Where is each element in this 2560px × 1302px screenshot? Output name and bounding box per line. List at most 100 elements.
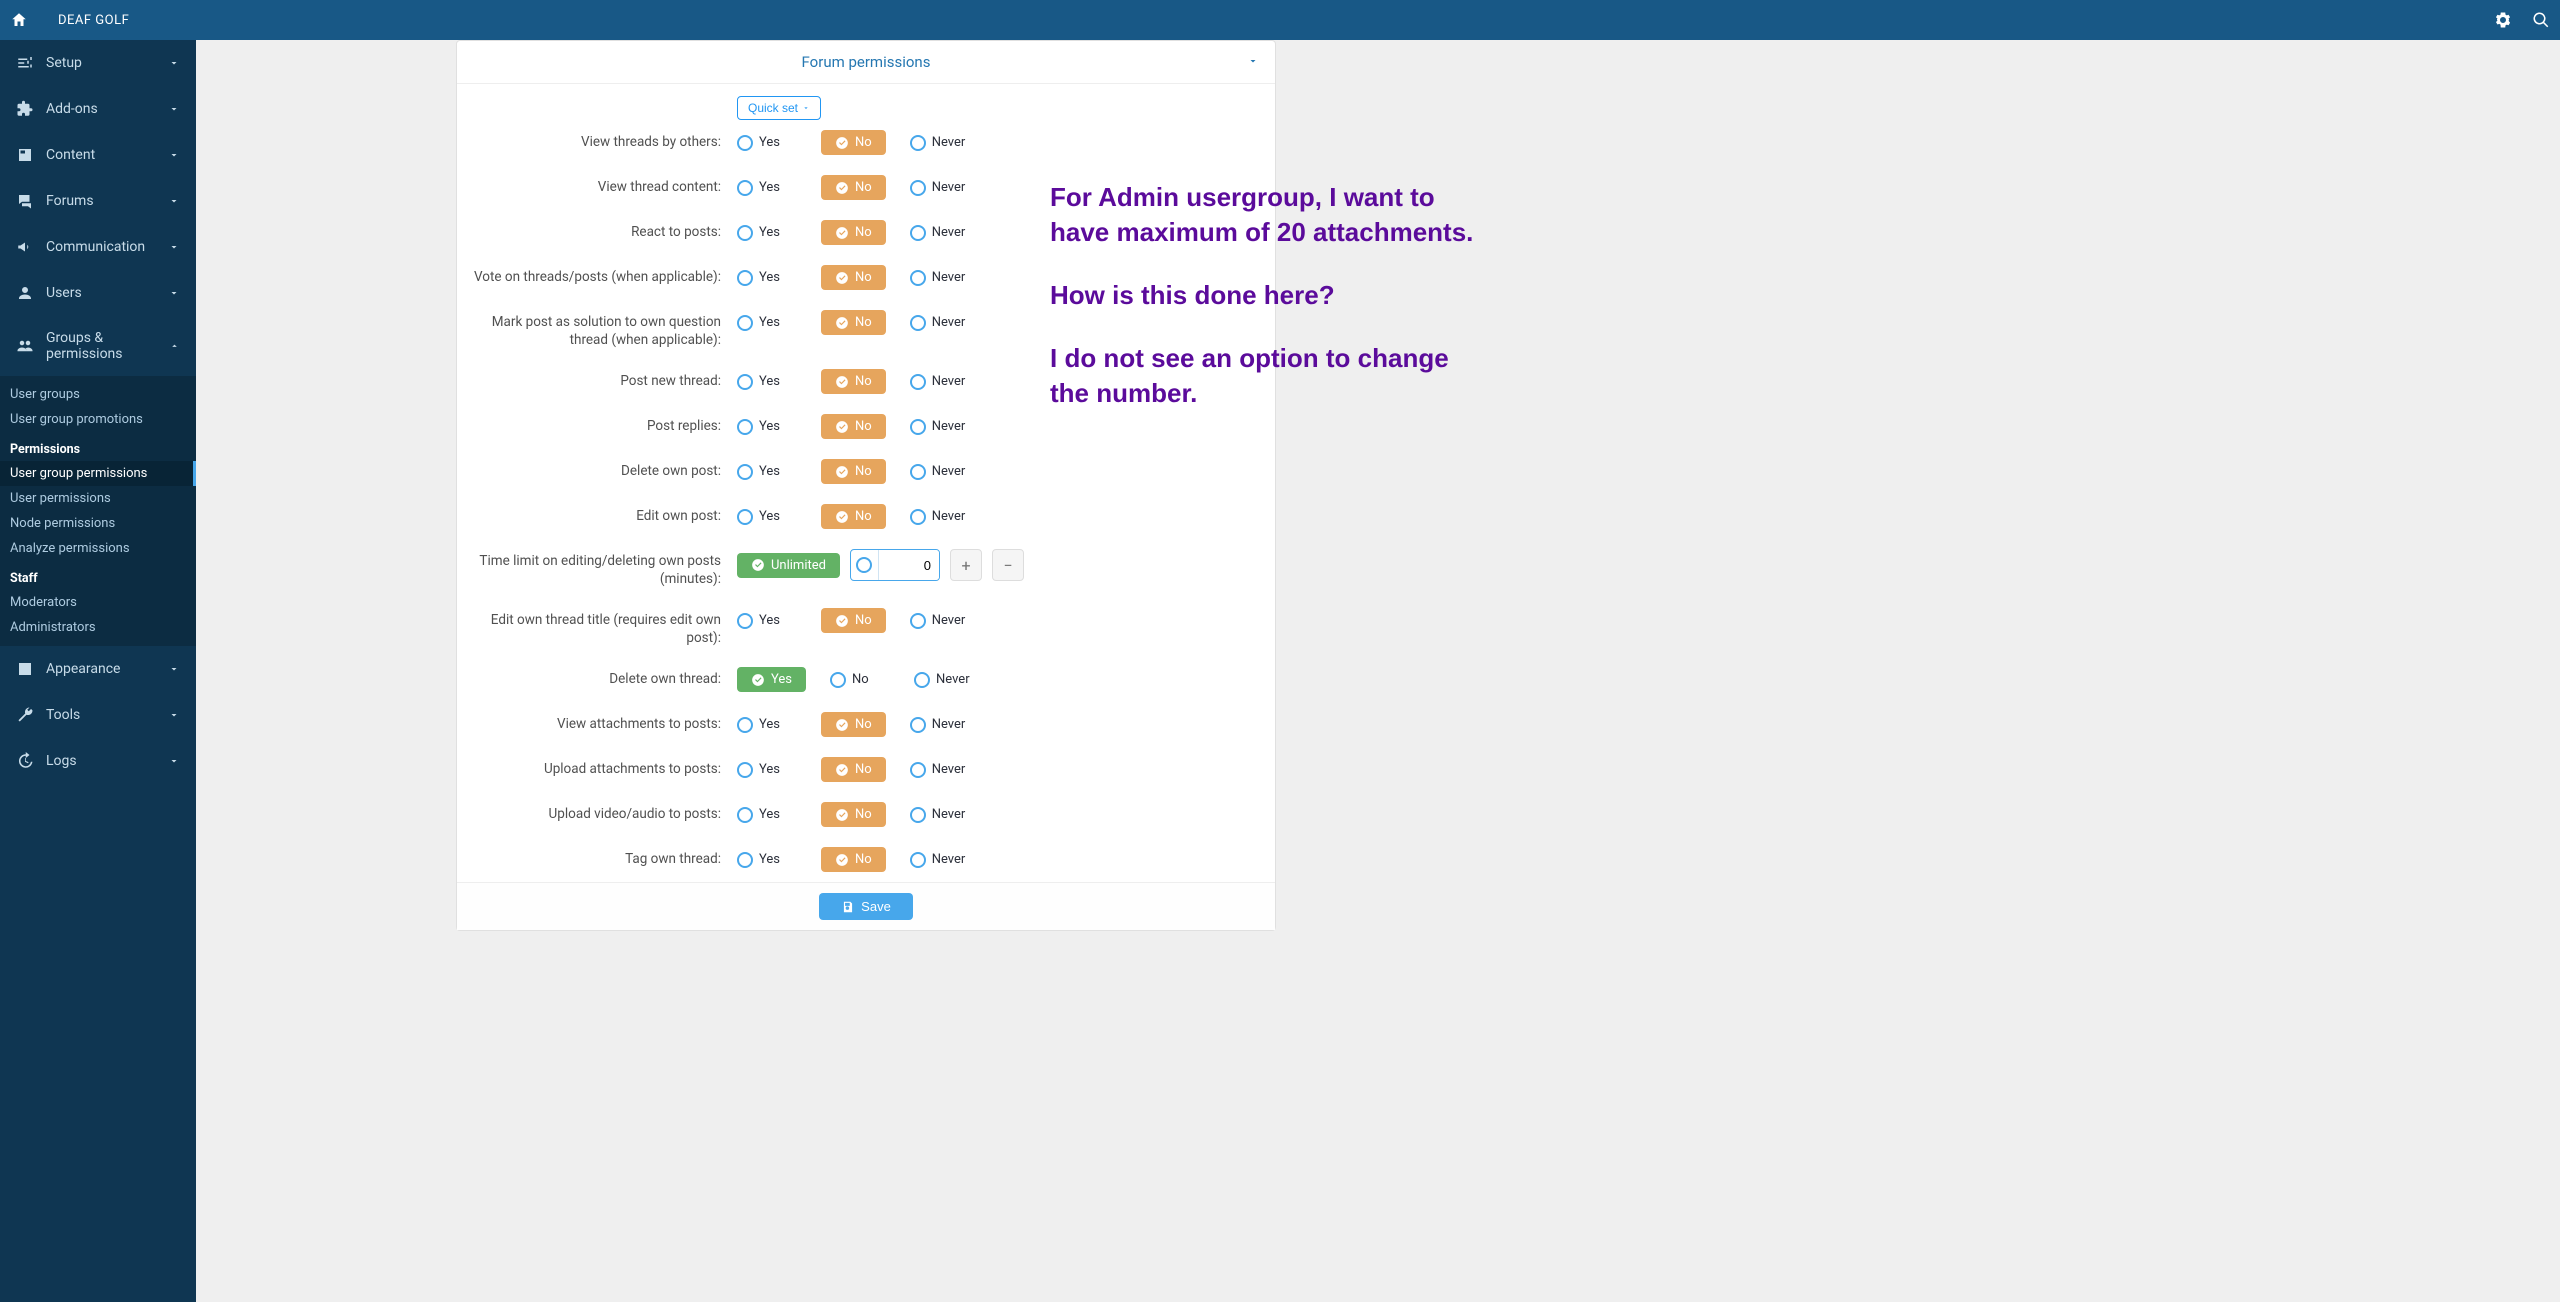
option-never[interactable]: Never [914, 672, 970, 688]
option-no[interactable]: No [821, 757, 886, 782]
sidebar-item-tools[interactable]: Tools [0, 692, 196, 738]
option-yes[interactable]: Yes [737, 717, 797, 733]
option-yes[interactable]: Yes [737, 374, 797, 390]
option-never[interactable]: Never [910, 225, 966, 241]
option-yes[interactable]: Yes [737, 852, 797, 868]
user-icon [16, 284, 34, 302]
option-never[interactable]: Never [910, 270, 966, 286]
bullhorn-icon [16, 238, 34, 256]
option-yes[interactable]: Yes [737, 180, 797, 196]
save-icon [841, 900, 855, 914]
sidebar-item-appearance[interactable]: Appearance [0, 646, 196, 692]
option-no[interactable]: No [821, 369, 886, 394]
save-button[interactable]: Save [819, 893, 913, 920]
option-no[interactable]: No [821, 310, 886, 335]
option-no[interactable]: No [821, 130, 886, 155]
forum-permissions-panel: Forum permissions Quick set View threads… [456, 40, 1276, 931]
annotation-overlay: For Admin usergroup, I want to have maxi… [1050, 180, 1490, 439]
option-yes[interactable]: Yes [737, 135, 797, 151]
sidebar-item-label: Logs [46, 753, 77, 769]
option-no[interactable]: No [821, 712, 886, 737]
permission-label: View threads by others: [473, 130, 721, 152]
settings-icon[interactable] [2494, 11, 2512, 29]
sidebar-item-content[interactable]: Content [0, 132, 196, 178]
option-never[interactable]: Never [910, 509, 966, 525]
option-yes[interactable]: Yes [737, 419, 797, 435]
option-no[interactable]: No [821, 504, 886, 529]
numeric-input-group [850, 549, 940, 581]
sidebar-item-label: Users [46, 285, 82, 301]
option-no[interactable]: No [821, 608, 886, 633]
option-no[interactable]: No [830, 672, 890, 688]
sidebar-item-logs[interactable]: Logs [0, 738, 196, 784]
sidebar-item-setup[interactable]: Setup [0, 40, 196, 86]
numeric-input[interactable] [879, 550, 939, 580]
sub-user-permissions[interactable]: User permissions [0, 486, 196, 511]
option-unlimited[interactable]: Unlimited [737, 553, 840, 578]
option-yes[interactable]: Yes [737, 667, 806, 692]
sub-user-groups[interactable]: User groups [0, 382, 196, 407]
sidebar-item-label: Setup [46, 55, 82, 71]
sidebar-item-addons[interactable]: Add-ons [0, 86, 196, 132]
permission-label: Delete own post: [473, 459, 721, 481]
option-no[interactable]: No [821, 175, 886, 200]
option-yes[interactable]: Yes [737, 315, 797, 331]
option-no[interactable]: No [821, 220, 886, 245]
sidebar-item-label: Appearance [46, 661, 120, 677]
option-yes[interactable]: Yes [737, 613, 797, 629]
option-no[interactable]: No [821, 847, 886, 872]
sub-administrators[interactable]: Administrators [0, 615, 196, 640]
option-never[interactable]: Never [910, 419, 966, 435]
quick-set-button[interactable]: Quick set [737, 96, 821, 120]
annotation-line: How is this done here? [1050, 278, 1490, 313]
sub-node-permissions[interactable]: Node permissions [0, 511, 196, 536]
option-never[interactable]: Never [910, 807, 966, 823]
sidebar-item-communication[interactable]: Communication [0, 224, 196, 270]
permission-label: Time limit on editing/deleting own posts… [473, 549, 721, 588]
option-never[interactable]: Never [910, 135, 966, 151]
option-never[interactable]: Never [910, 374, 966, 390]
sidebar-item-groups-permissions[interactable]: Groups & permissions [0, 316, 196, 376]
history-icon [16, 752, 34, 770]
sub-user-group-permissions[interactable]: User group permissions [0, 461, 196, 486]
chevron-up-icon [169, 340, 180, 352]
option-no[interactable]: No [821, 802, 886, 827]
option-yes[interactable]: Yes [737, 225, 797, 241]
option-yes[interactable]: Yes [737, 807, 797, 823]
option-never[interactable]: Never [910, 717, 966, 733]
option-never[interactable]: Never [910, 613, 966, 629]
home-icon[interactable] [10, 11, 28, 29]
puzzle-icon [16, 100, 34, 118]
chevron-down-icon [168, 663, 180, 675]
sidebar-item-label: Tools [46, 707, 80, 723]
permission-controls: Yes No Never [737, 712, 1259, 737]
sidebar-item-forums[interactable]: Forums [0, 178, 196, 224]
sub-user-group-promotions[interactable]: User group promotions [0, 407, 196, 432]
permission-controls: Yes No Never [737, 130, 1259, 155]
option-yes[interactable]: Yes [737, 270, 797, 286]
panel-collapse-icon[interactable] [1247, 55, 1259, 71]
option-never[interactable]: Never [910, 852, 966, 868]
option-yes[interactable]: Yes [737, 509, 797, 525]
decrement-button[interactable]: − [992, 549, 1024, 581]
option-numeric-radio[interactable] [851, 550, 879, 580]
sub-analyze-permissions[interactable]: Analyze permissions [0, 536, 196, 561]
search-icon[interactable] [2532, 11, 2550, 29]
increment-button[interactable]: + [950, 549, 982, 581]
option-never[interactable]: Never [910, 464, 966, 480]
permission-label: View thread content: [473, 175, 721, 197]
option-never[interactable]: Never [910, 762, 966, 778]
option-yes[interactable]: Yes [737, 762, 797, 778]
option-no[interactable]: No [821, 414, 886, 439]
option-no[interactable]: No [821, 459, 886, 484]
sub-moderators[interactable]: Moderators [0, 590, 196, 615]
permission-controls: Yes No Never [737, 459, 1259, 484]
permission-label: Edit own post: [473, 504, 721, 526]
permission-label: Vote on threads/posts (when applicable): [473, 265, 721, 287]
sidebar-item-users[interactable]: Users [0, 270, 196, 316]
option-never[interactable]: Never [910, 315, 966, 331]
option-never[interactable]: Never [910, 180, 966, 196]
panel-header[interactable]: Forum permissions [457, 41, 1275, 84]
option-no[interactable]: No [821, 265, 886, 290]
option-yes[interactable]: Yes [737, 464, 797, 480]
